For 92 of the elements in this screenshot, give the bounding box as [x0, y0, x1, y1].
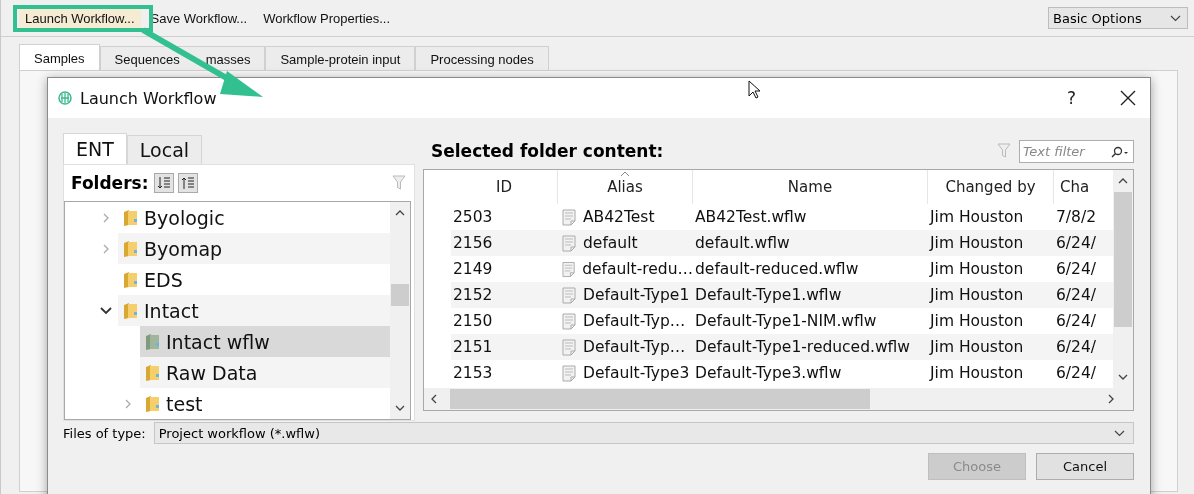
- table-cell: 2152: [451, 282, 558, 308]
- toolbar-button[interactable]: Launch Workflow...: [19, 7, 141, 29]
- table-cell: 6/24/: [1054, 334, 1113, 360]
- document-icon: [562, 234, 576, 252]
- table-cell: Jim Houston: [928, 334, 1054, 360]
- scroll-thumb[interactable]: [1114, 192, 1132, 327]
- scroll-thumb[interactable]: [450, 389, 870, 409]
- scrollbar[interactable]: [390, 202, 410, 419]
- table-cell: default.wflw: [693, 230, 928, 256]
- table-cell-text: 2153: [452, 363, 494, 384]
- column-header[interactable]: Alias: [558, 170, 693, 204]
- table-cell: Default-Type1.wflw: [693, 282, 928, 308]
- app-logo-icon: [58, 91, 72, 105]
- search-icon[interactable]: [1110, 145, 1130, 158]
- text-filter-field[interactable]: Text filter: [1019, 139, 1134, 163]
- tab[interactable]: Processing nodes: [415, 46, 549, 70]
- document-icon: [562, 208, 576, 226]
- sort-ascending-button[interactable]: [178, 173, 199, 193]
- sort-descending-button[interactable]: [154, 173, 175, 193]
- file-type-dropdown[interactable]: Project workflow (*.wflw): [153, 422, 1134, 444]
- column-header[interactable]: Name: [693, 170, 928, 204]
- tab[interactable]: Sequences masses: [99, 46, 266, 70]
- table-cell-text: 2150: [452, 311, 494, 332]
- sort-ascending-icon: [181, 176, 196, 190]
- document-icon: [562, 286, 576, 304]
- tree-item[interactable]: Intact: [118, 295, 390, 326]
- dialog-title: Launch Workflow: [80, 88, 217, 108]
- tree-item[interactable]: Raw Data: [140, 357, 390, 388]
- tree-item[interactable]: EDS: [118, 264, 390, 295]
- folder-icon: [145, 363, 160, 382]
- table-cell: 2151: [451, 334, 558, 360]
- dialog-button[interactable]: Cancel: [1036, 453, 1134, 480]
- column-header[interactable]: ID: [451, 170, 558, 204]
- table-cell: Default-Typ…: [558, 334, 693, 360]
- scroll-thumb[interactable]: [391, 284, 409, 306]
- table-cell-text: 6/24/: [1055, 363, 1098, 384]
- folders-label: Folders:: [71, 173, 149, 193]
- table-cell: 6/24/: [1054, 282, 1113, 308]
- sort-descending-icon: [157, 176, 172, 190]
- table-cell-text: 6/24/: [1055, 311, 1098, 332]
- content-title: Selected folder content:: [430, 141, 665, 161]
- table-cell: AB42Test: [558, 204, 693, 230]
- table-cell: 6/24/: [1054, 230, 1113, 256]
- files-of-type-label: Files of type:: [63, 425, 146, 441]
- toolbar-button[interactable]: Workflow Properties...: [257, 7, 397, 29]
- tab[interactable]: Sample-protein input: [265, 46, 416, 70]
- document-icon: [562, 312, 576, 330]
- scrollbar[interactable]: [424, 388, 1133, 410]
- mode-dropdown[interactable]: Basic Options: [1048, 7, 1188, 29]
- table-cell-text: 7/8/2: [1055, 207, 1098, 228]
- column-header[interactable]: Changed by: [928, 170, 1054, 204]
- table-cell-text: Default-Type3.wflw: [694, 363, 843, 384]
- help-button[interactable]: ?: [1066, 88, 1076, 108]
- table-cell: Default-Type1: [558, 282, 693, 308]
- table-cell-text: default-reduced.wflw: [694, 259, 860, 280]
- tree-item[interactable]: test: [140, 388, 390, 419]
- folder-icon: [145, 394, 160, 413]
- table-cell: default: [558, 230, 693, 256]
- folder-icon: [145, 332, 160, 351]
- table-cell: Default-Typ…: [558, 308, 693, 334]
- document-icon: [562, 260, 576, 278]
- tab[interactable]: ENT: [63, 133, 127, 164]
- table-cell-text: Default-Type1-NIM.wflw: [694, 311, 878, 332]
- table-cell: Jim Houston: [928, 282, 1054, 308]
- table-cell: Default-Type3: [558, 360, 693, 386]
- folder-icon: [123, 208, 138, 227]
- document-icon: [562, 338, 576, 356]
- table-cell-text: 6/24/: [1055, 259, 1098, 280]
- tree-item[interactable]: Intact wflw: [140, 326, 390, 357]
- table-cell: Jim Houston: [928, 230, 1054, 256]
- table-cell-text: Jim Houston: [928, 207, 1025, 228]
- tree-item[interactable]: Byologic: [118, 202, 390, 233]
- table-cell: 2156: [451, 230, 558, 256]
- document-icon: [562, 364, 576, 382]
- sort-caret-icon: [620, 171, 630, 177]
- table-cell-text: Jim Houston: [928, 259, 1025, 280]
- table-cell: default-redu…: [558, 256, 693, 282]
- table-cell-text: AB42Test.wflw: [694, 207, 808, 228]
- table-cell-text: 2149: [452, 259, 494, 280]
- tab[interactable]: Local: [126, 135, 203, 164]
- folder-icon: [123, 239, 138, 258]
- table-cell-text: Jim Houston: [928, 363, 1025, 384]
- folder-icon: [123, 270, 138, 289]
- table-cell-text: Jim Houston: [928, 311, 1025, 332]
- table-cell-text: 2503: [452, 207, 494, 228]
- table-cell: Default-Type1-reduced.wflw: [693, 334, 928, 360]
- folder-icon: [123, 301, 138, 320]
- close-icon[interactable]: [1120, 90, 1136, 106]
- tree-item[interactable]: Byomap: [118, 233, 390, 264]
- tab[interactable]: Samples: [19, 44, 100, 70]
- scrollbar[interactable]: [1113, 170, 1133, 388]
- column-header[interactable]: Cha: [1054, 170, 1113, 204]
